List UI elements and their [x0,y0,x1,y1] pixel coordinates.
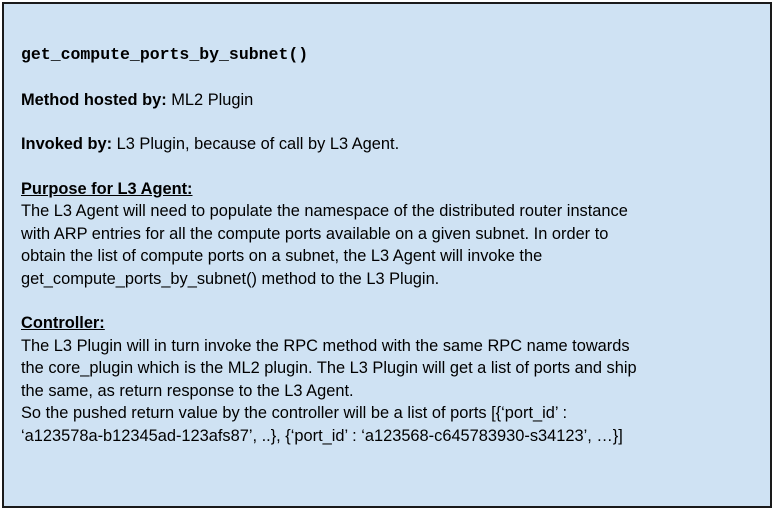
controller-line: the core_plugin which is the ML2 plugin.… [21,359,637,377]
controller-line: ‘a123578a-b12345ad-123afs87’, ..}, {‘por… [21,426,623,445]
method-name: get_compute_ports_by_subnet() [21,45,309,64]
purpose-heading: Purpose for L3 Agent: [21,179,193,198]
purpose-line: The L3 Agent will need to populate the n… [21,202,628,220]
controller-section: Controller: The L3 Plugin will in turn i… [21,312,766,447]
hosted-by-row: Method hosted by: ML2 Plugin [21,89,766,112]
invoked-by-label: Invoked by: [21,135,113,153]
invoked-by-value: L3 Plugin, because of call by L3 Agent. [116,135,400,153]
card-content: get_compute_ports_by_subnet() Method hos… [21,44,766,469]
purpose-line: obtain the list of compute ports on a su… [21,247,543,265]
purpose-section: Purpose for L3 Agent: The L3 Agent will … [21,178,766,291]
hosted-by-label: Method hosted by: [21,90,167,109]
controller-line: the same, as return response to the L3 A… [21,381,354,400]
info-card: get_compute_ports_by_subnet() Method hos… [2,2,772,508]
controller-line: The L3 Plugin will in turn invoke the RP… [21,336,630,355]
controller-line: So the pushed return value by the contro… [21,404,568,422]
hosted-by-value: ML2 Plugin [171,90,254,109]
purpose-line: get_compute_ports_by_subnet() method to … [21,269,440,288]
controller-heading: Controller: [21,314,105,332]
purpose-line: with ARP entries for all the compute por… [21,224,609,243]
invoked-by-row: Invoked by: L3 Plugin, because of call b… [21,133,766,156]
